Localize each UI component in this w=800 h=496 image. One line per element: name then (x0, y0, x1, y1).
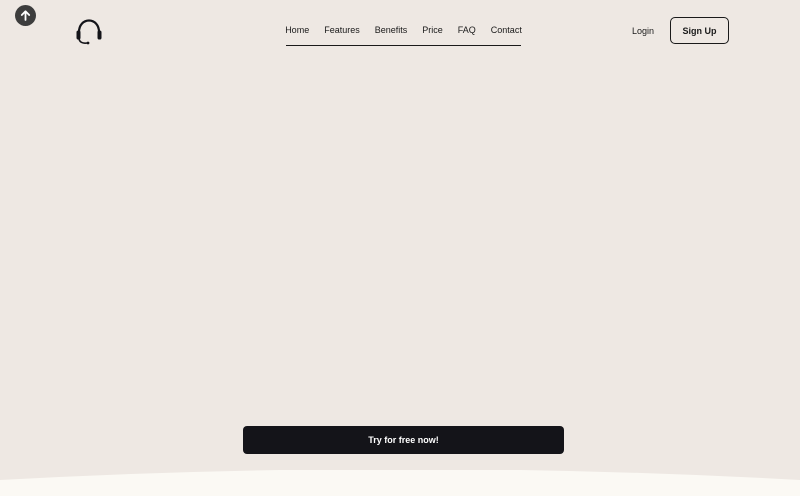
signup-button[interactable]: Sign Up (670, 17, 729, 44)
nav-item-contact[interactable]: Contact (483, 21, 529, 39)
login-link[interactable]: Login (632, 21, 654, 41)
bottom-wave (0, 470, 800, 496)
arrow-up-icon (20, 10, 31, 21)
scroll-to-top-button[interactable] (15, 5, 36, 26)
nav-item-home[interactable]: Home (278, 21, 317, 39)
logo[interactable] (75, 17, 103, 45)
nav-item-price[interactable]: Price (415, 21, 451, 39)
headset-icon (76, 19, 102, 45)
nav-item-features[interactable]: Features (317, 21, 368, 39)
try-free-button[interactable]: Try for free now! (243, 426, 564, 454)
nav-item-benefits[interactable]: Benefits (367, 21, 415, 39)
main-nav: Home Features Benefits Price FAQ Contact (285, 21, 522, 46)
nav-item-faq[interactable]: FAQ (450, 21, 483, 39)
landing-page: Home Features Benefits Price FAQ Contact… (0, 0, 800, 496)
